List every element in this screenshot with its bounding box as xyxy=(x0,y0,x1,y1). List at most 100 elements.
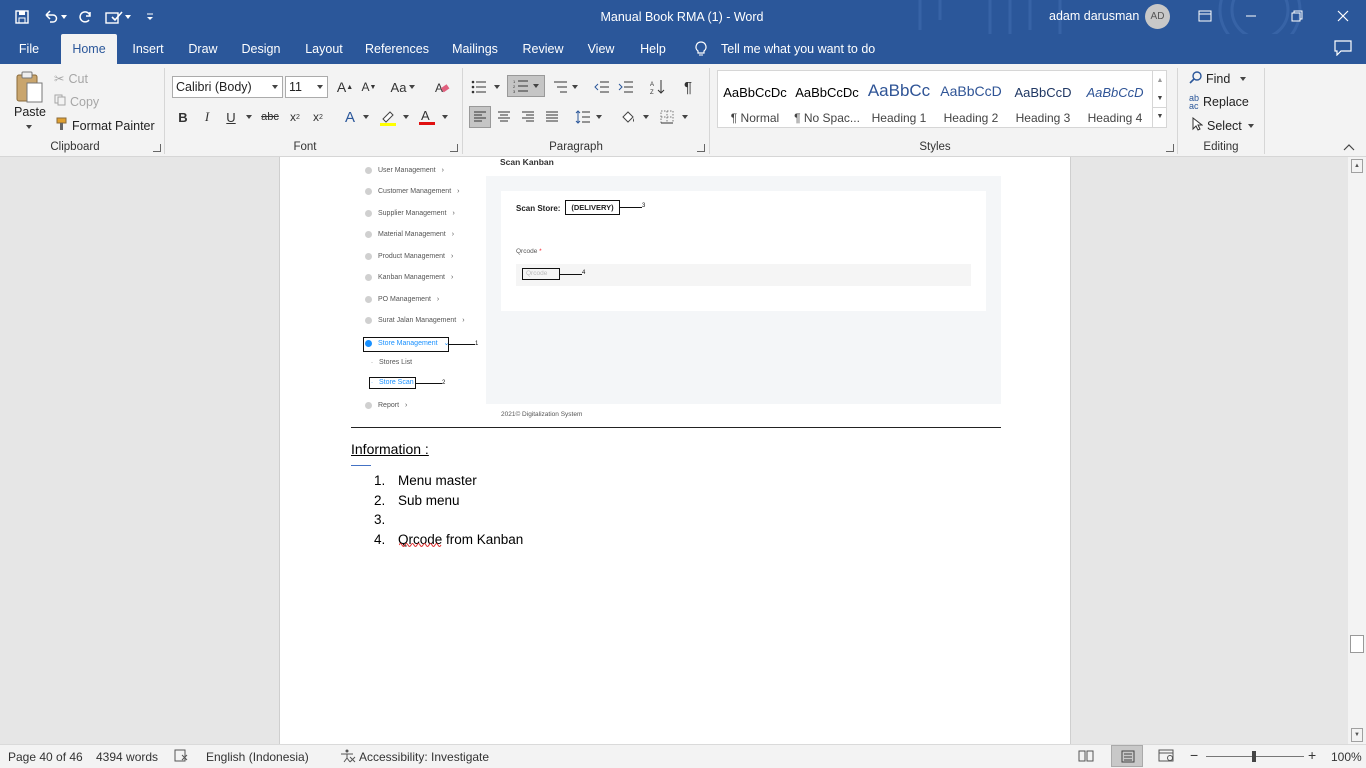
font-size-combo[interactable]: 11 xyxy=(285,76,328,98)
proofing-icon[interactable] xyxy=(104,3,132,31)
find-dropdown-icon[interactable] xyxy=(1240,77,1247,81)
highlight-icon[interactable] xyxy=(377,106,399,128)
style-normal[interactable]: AaBbCcDc ¶ Normal xyxy=(719,71,791,127)
tab-design[interactable]: Design xyxy=(236,34,286,64)
shrink-font-icon[interactable]: A ▼ xyxy=(358,76,380,98)
cut-button[interactable]: ✂ Cut xyxy=(54,71,88,87)
borders-dropdown-icon[interactable] xyxy=(682,115,688,119)
tab-file[interactable]: File xyxy=(8,34,50,64)
accessibility-status[interactable]: Accessibility: Investigate xyxy=(359,750,489,764)
align-left-icon[interactable] xyxy=(469,106,491,128)
restore-icon[interactable] xyxy=(1274,0,1320,32)
scroll-thumb[interactable] xyxy=(1350,635,1364,653)
underline-dropdown-icon[interactable] xyxy=(246,115,252,119)
shading-icon[interactable] xyxy=(617,106,639,128)
page-count[interactable]: Page 40 of 46 xyxy=(8,750,83,764)
document-page[interactable]: User Management › Customer Management › Su… xyxy=(279,157,1071,744)
find-button[interactable]: Find xyxy=(1189,71,1247,87)
undo-icon[interactable] xyxy=(40,3,68,31)
styles-launcher-icon[interactable] xyxy=(1166,144,1174,152)
styles-scroll-up-icon[interactable]: ▲ xyxy=(1153,71,1167,89)
paste-dropdown-icon[interactable] xyxy=(26,125,32,129)
shading-dropdown-icon[interactable] xyxy=(643,115,649,119)
change-case-icon[interactable]: Aa xyxy=(388,76,418,98)
ribbon-display-options-icon[interactable] xyxy=(1182,0,1228,32)
bullets-dropdown-icon[interactable] xyxy=(494,85,500,89)
text-effects-dropdown-icon[interactable] xyxy=(363,115,369,119)
format-painter-button[interactable]: Format Painter xyxy=(54,117,155,134)
line-spacing-dropdown-icon[interactable] xyxy=(596,115,602,119)
user-name[interactable]: adam darusman xyxy=(1049,9,1139,23)
list-item[interactable]: 1. Menu master xyxy=(374,471,523,491)
style-heading-4[interactable]: AaBbCcD Heading 4 xyxy=(1079,71,1151,127)
superscript-icon[interactable]: x2 xyxy=(307,106,329,128)
undo-dropdown-icon[interactable] xyxy=(60,15,67,19)
select-dropdown-icon[interactable] xyxy=(1247,123,1254,128)
tab-draw[interactable]: Draw xyxy=(182,34,224,64)
text-effects-icon[interactable]: A xyxy=(339,106,361,128)
scroll-up-icon[interactable]: ▲ xyxy=(1351,159,1363,173)
tab-references[interactable]: References xyxy=(362,34,432,64)
minimize-icon[interactable] xyxy=(1228,0,1274,32)
sort-icon[interactable]: AZ xyxy=(647,76,669,98)
align-center-icon[interactable] xyxy=(493,106,515,128)
font-color-icon[interactable]: A xyxy=(416,106,438,128)
italic-icon[interactable]: I xyxy=(196,106,218,128)
subscript-icon[interactable]: x2 xyxy=(284,106,306,128)
style-heading-2[interactable]: AaBbCcD Heading 2 xyxy=(935,71,1007,127)
customize-qat-icon[interactable] xyxy=(136,3,164,31)
paste-icon[interactable] xyxy=(14,70,44,104)
copy-button[interactable]: Copy xyxy=(54,94,99,109)
clipboard-launcher-icon[interactable] xyxy=(153,144,161,152)
print-layout-icon[interactable] xyxy=(1111,745,1143,767)
tab-layout[interactable]: Layout xyxy=(299,34,349,64)
font-name-combo[interactable]: Calibri (Body) xyxy=(172,76,283,98)
decrease-indent-icon[interactable] xyxy=(591,76,613,98)
collapse-ribbon-icon[interactable] xyxy=(1343,140,1355,154)
bullets-icon[interactable] xyxy=(468,76,490,98)
proofing-status-icon[interactable] xyxy=(174,749,188,765)
word-count[interactable]: 4394 words xyxy=(96,750,158,764)
redo-icon[interactable] xyxy=(72,3,100,31)
paste-button[interactable]: Paste xyxy=(14,105,46,119)
show-hide-marks-icon[interactable]: ¶ xyxy=(677,76,699,98)
embedded-screenshot[interactable]: User Management › Customer Management › Su… xyxy=(351,157,1001,426)
avatar[interactable]: AD xyxy=(1145,4,1170,29)
justify-icon[interactable] xyxy=(541,106,563,128)
tab-review[interactable]: Review xyxy=(518,34,568,64)
numbering-icon[interactable]: 123 xyxy=(507,75,545,97)
select-button[interactable]: Select xyxy=(1191,116,1254,134)
proofing-dropdown-icon[interactable] xyxy=(125,15,131,19)
multilevel-dropdown-icon[interactable] xyxy=(572,85,578,89)
grow-font-icon[interactable]: A ▲ xyxy=(334,76,356,98)
multilevel-list-icon[interactable] xyxy=(550,76,572,98)
underline-icon[interactable]: U xyxy=(220,106,242,128)
tab-view[interactable]: View xyxy=(581,34,621,64)
tell-me-search[interactable]: Tell me what you want to do xyxy=(721,34,881,64)
increase-indent-icon[interactable] xyxy=(615,76,637,98)
font-size-dropdown-icon[interactable] xyxy=(317,85,323,89)
comments-icon[interactable] xyxy=(1334,40,1352,59)
close-icon[interactable] xyxy=(1320,0,1366,32)
save-icon[interactable] xyxy=(8,3,36,31)
replace-button[interactable]: ab ac Replace xyxy=(1189,94,1249,111)
paragraph-launcher-icon[interactable] xyxy=(697,144,705,152)
style-heading-1[interactable]: AaBbCc Heading 1 xyxy=(863,71,935,127)
font-launcher-icon[interactable] xyxy=(450,144,458,152)
tab-help[interactable]: Help xyxy=(634,34,672,64)
style-no-spacing[interactable]: AaBbCcDc ¶ No Spac... xyxy=(791,71,863,127)
tab-insert[interactable]: Insert xyxy=(126,34,170,64)
highlight-dropdown-icon[interactable] xyxy=(403,115,409,119)
styles-more-icon[interactable]: ▼ xyxy=(1153,107,1167,125)
font-color-dropdown-icon[interactable] xyxy=(442,115,448,119)
clear-formatting-icon[interactable]: A xyxy=(431,76,453,98)
zoom-in-icon[interactable]: + xyxy=(1308,747,1316,763)
align-right-icon[interactable] xyxy=(517,106,539,128)
borders-icon[interactable] xyxy=(656,106,678,128)
font-name-dropdown-icon[interactable] xyxy=(272,85,278,89)
web-layout-icon[interactable] xyxy=(1158,749,1174,765)
list-item[interactable]: 2. Sub menu xyxy=(374,491,523,511)
list-item[interactable]: 4. Qrcode from Kanban xyxy=(374,530,523,550)
zoom-slider-thumb[interactable] xyxy=(1252,751,1256,762)
scroll-down-icon[interactable]: ▼ xyxy=(1351,728,1363,742)
